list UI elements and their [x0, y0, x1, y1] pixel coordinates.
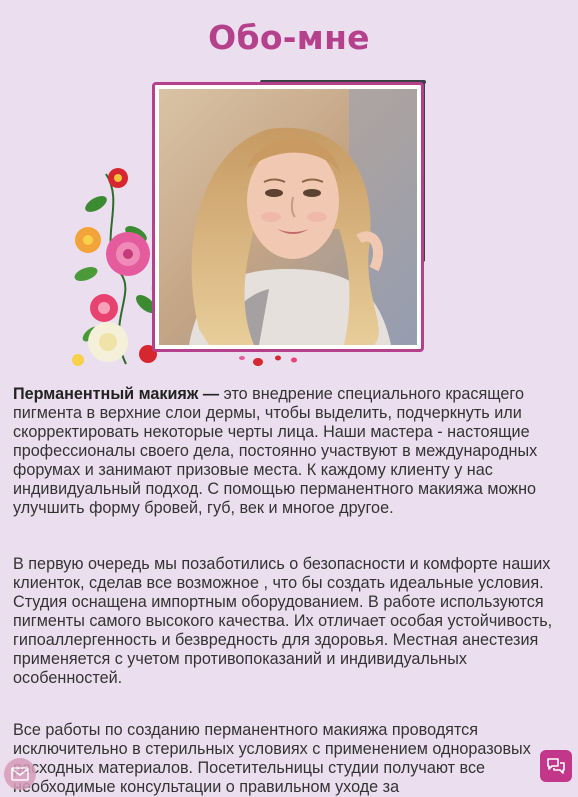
about-paragraph-3: Все работы по созданию перманентного мак…	[13, 721, 531, 796]
chat-button[interactable]	[540, 750, 572, 782]
mail-icon	[11, 767, 29, 781]
page-title: Обо-мне	[208, 18, 370, 57]
mail-widget-button[interactable]	[4, 758, 36, 790]
about-paragraph-1: Перманентный макияж — это внедрение спец…	[13, 385, 565, 518]
about-paragraph-1-text: это внедрение специального красящего пиг…	[13, 385, 538, 517]
chat-bubbles-icon	[547, 758, 565, 774]
petals-decoration	[239, 355, 297, 366]
about-paragraph-2: В первую очередь мы позаботились о безоп…	[13, 555, 553, 687]
about-paragraph-1-bold: Перманентный макияж —	[13, 385, 220, 403]
profile-photo-frame	[152, 82, 424, 352]
profile-photo	[159, 89, 417, 345]
